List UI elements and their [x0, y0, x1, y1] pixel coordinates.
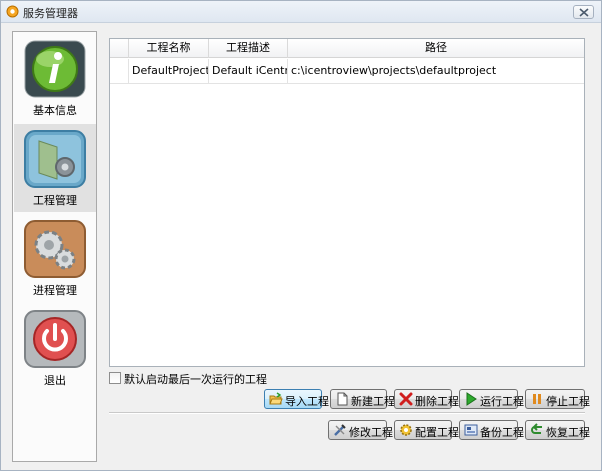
sidebar-item-exit[interactable]: 退出 [14, 304, 96, 392]
backup-project-button[interactable]: 备份工程 [459, 420, 524, 440]
power-icon [24, 310, 86, 368]
column-header-description[interactable]: 工程描述 [209, 39, 288, 58]
info-icon [24, 40, 86, 98]
config-gear-icon [400, 424, 412, 436]
project-list[interactable]: 工程名称 工程描述 路径 DefaultProject Default iCen… [109, 38, 585, 367]
new-project-button[interactable]: 新建工程 [330, 389, 395, 409]
button-label: 运行工程 [480, 395, 524, 408]
button-label: 新建工程 [351, 395, 395, 408]
sidebar-item-process-management[interactable]: 进程管理 [14, 214, 96, 302]
button-label: 修改工程 [349, 426, 393, 439]
service-manager-window: 服务管理器 基本信息 工程管理 进程管理 退出 工程名称 工程描述 路径 Def… [0, 0, 602, 471]
sidebar-item-label: 工程管理 [33, 194, 77, 207]
column-header-name[interactable]: 工程名称 [129, 39, 209, 58]
import-project-button[interactable]: 导入工程 [264, 389, 329, 409]
cell-project-description: Default iCentr... [209, 59, 288, 84]
sidebar-item-project-management[interactable]: 工程管理 [14, 124, 96, 212]
list-header: 工程名称 工程描述 路径 [110, 39, 584, 58]
cell-project-path: c:\icentroview\projects\defaultproject [291, 64, 497, 77]
restore-project-button[interactable]: 恢复工程 [525, 420, 590, 440]
gears-icon [24, 220, 86, 278]
sidebar-item-label: 退出 [44, 374, 66, 387]
run-project-button[interactable]: 运行工程 [459, 389, 524, 409]
restore-arrow-icon [531, 423, 542, 434]
row-gutter [110, 59, 129, 84]
sidebar: 基本信息 工程管理 进程管理 退出 [12, 31, 97, 462]
delete-project-button[interactable]: 删除工程 [394, 389, 459, 409]
sidebar-item-label: 基本信息 [33, 104, 77, 117]
close-icon [579, 8, 589, 17]
project-folder-icon [24, 130, 86, 188]
button-label: 备份工程 [480, 426, 524, 439]
button-label: 恢复工程 [546, 426, 590, 439]
column-header-path[interactable]: 路径 [288, 39, 584, 58]
button-label: 导入工程 [285, 395, 329, 408]
button-label: 停止工程 [546, 395, 590, 408]
sidebar-item-label: 进程管理 [33, 284, 77, 297]
autostart-checkbox[interactable] [109, 372, 121, 384]
modify-project-button[interactable]: 修改工程 [328, 420, 393, 440]
title-bar: 服务管理器 [1, 1, 601, 23]
pause-icon [533, 394, 541, 404]
delete-x-icon [399, 392, 413, 406]
sidebar-item-basic-info[interactable]: 基本信息 [14, 34, 96, 122]
button-label: 配置工程 [415, 426, 459, 439]
autostart-label: 默认启动最后一次运行的工程 [124, 373, 267, 386]
separator [109, 412, 585, 414]
stop-project-button[interactable]: 停止工程 [525, 389, 590, 409]
backup-icon [464, 424, 478, 436]
edit-tools-icon [334, 424, 346, 436]
column-header-blank [110, 39, 129, 58]
new-document-icon [337, 392, 348, 406]
folder-open-icon [269, 392, 283, 405]
app-icon [6, 5, 19, 18]
configure-project-button[interactable]: 配置工程 [394, 420, 459, 440]
close-button[interactable] [573, 5, 594, 19]
table-row[interactable]: DefaultProject Default iCentr... c:\icen… [110, 59, 584, 84]
cell-project-name: DefaultProject [129, 59, 209, 84]
window-title: 服务管理器 [23, 7, 78, 20]
play-icon [466, 392, 477, 406]
button-label: 删除工程 [415, 395, 459, 408]
